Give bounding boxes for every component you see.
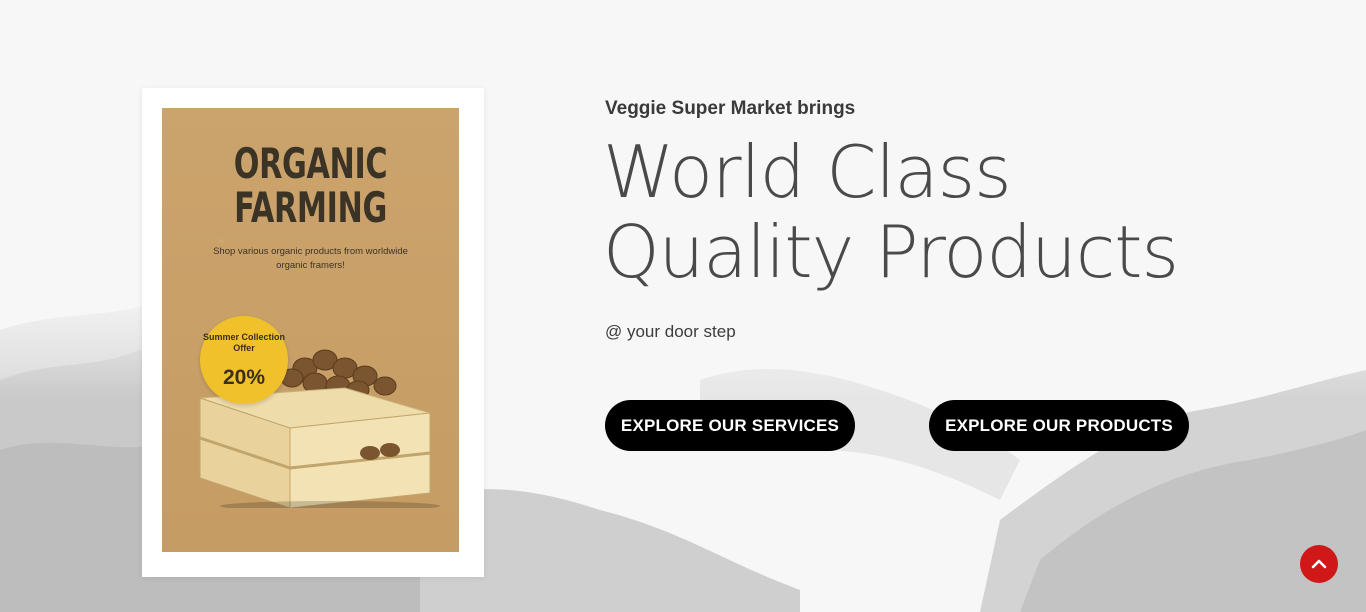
chevron-up-icon (1311, 559, 1327, 569)
scroll-to-top-button[interactable] (1300, 545, 1338, 583)
badge-text: Summer Collection Offer (202, 332, 285, 353)
explore-products-button[interactable]: EXPLORE OUR PRODUCTS (929, 400, 1189, 451)
organic-farming-poster: ORGANIC FARMING Shop various organic pro… (162, 108, 459, 552)
hero-section: ORGANIC FARMING Shop various organic pro… (0, 0, 1366, 612)
headline-line-2: Quality Products (603, 210, 1179, 294)
badge-percent: 20% (222, 366, 266, 389)
hero-headline: World Class Quality Products (603, 132, 1243, 292)
offer-badge: Summer Collection Offer 20% (200, 316, 288, 404)
product-poster-card: ORGANIC FARMING Shop various organic pro… (142, 88, 484, 577)
hero-tagline: @ your door step (605, 322, 736, 341)
hero-kicker: Veggie Super Market brings (605, 98, 856, 119)
poster-title: ORGANIC FARMING (233, 139, 388, 232)
poster-subtitle: Shop various organic products from world… (213, 246, 408, 271)
headline-line-1: World Class (603, 130, 1012, 214)
explore-services-button[interactable]: EXPLORE OUR SERVICES (605, 400, 855, 451)
